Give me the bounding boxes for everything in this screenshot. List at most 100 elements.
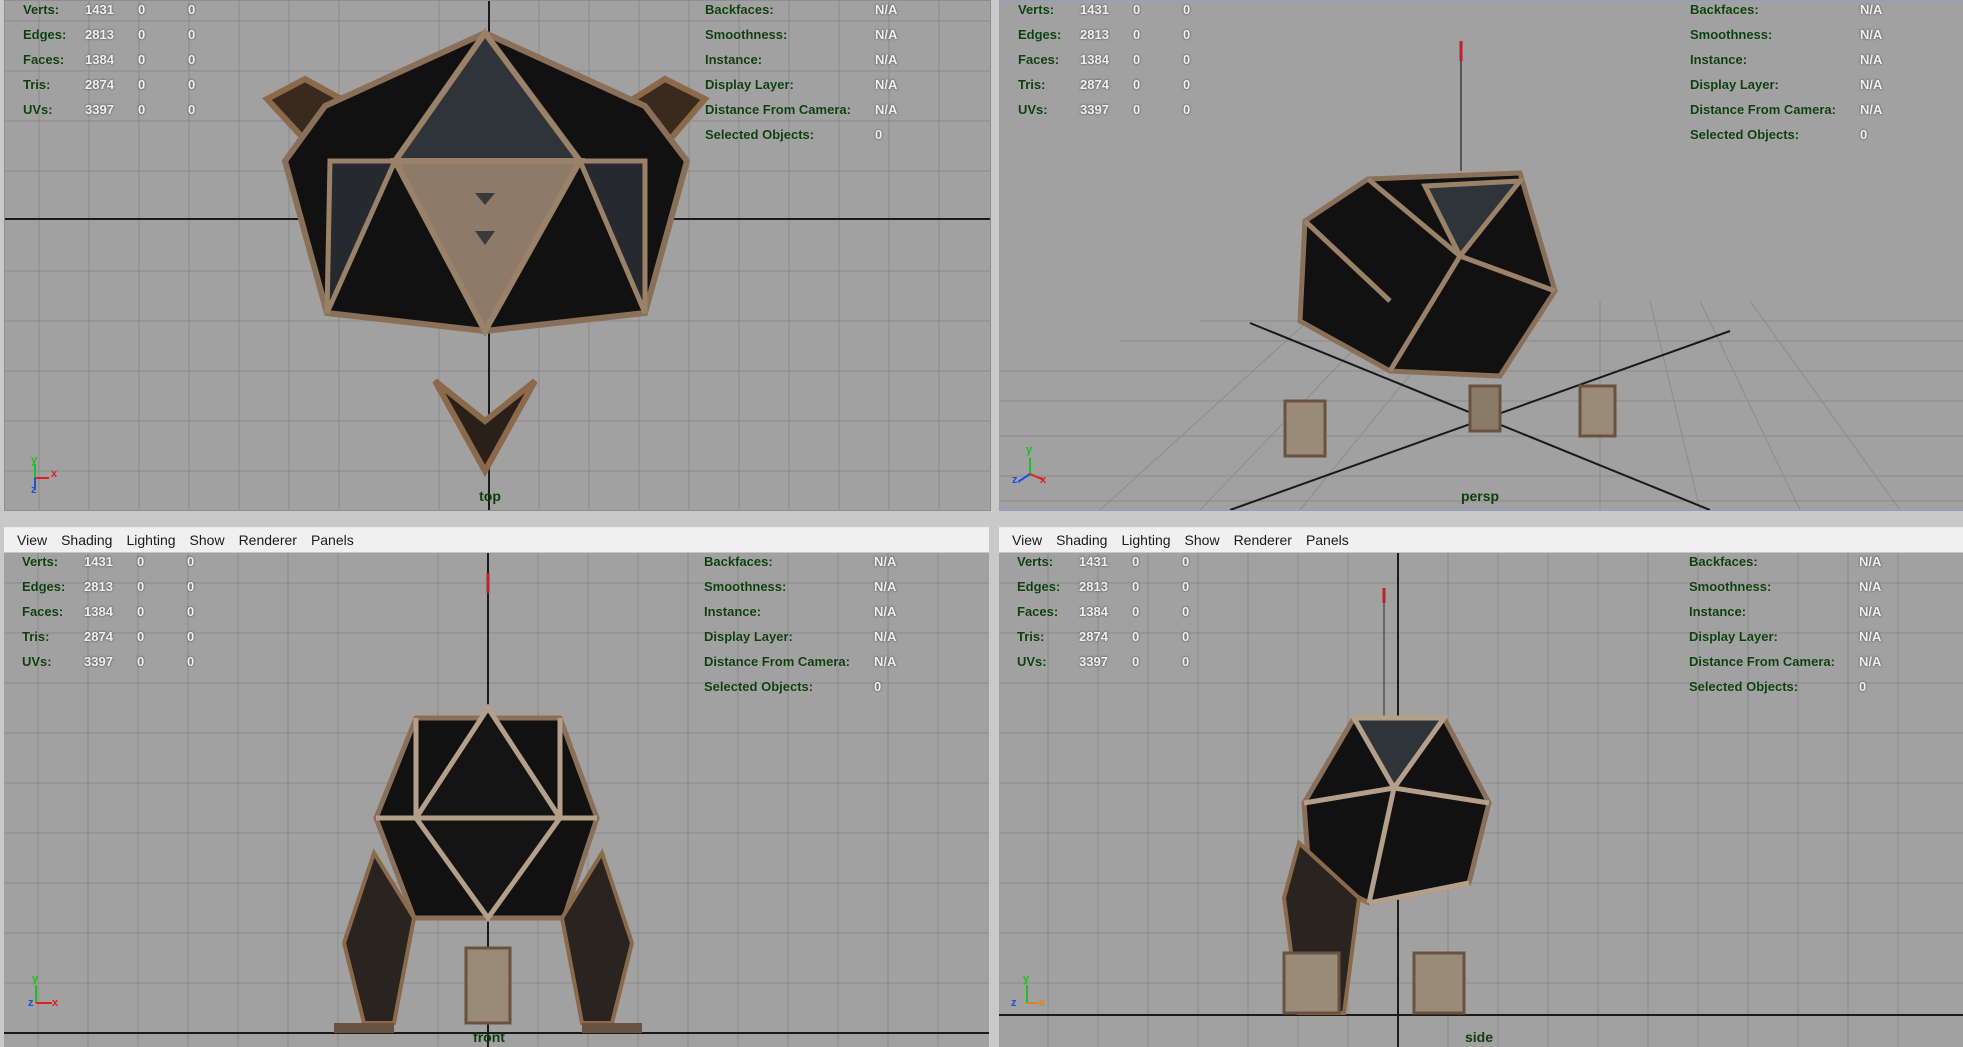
axis-label: z <box>28 997 34 1009</box>
hud-label: Backfaces: <box>1690 2 1759 17</box>
hud-label: Selected Objects: <box>1689 679 1799 694</box>
hud-value: N/A <box>875 102 898 117</box>
hud-label: Distance From Camera: <box>1689 654 1835 669</box>
menu-shading[interactable]: Shading <box>1049 528 1114 552</box>
hud-value: N/A <box>875 27 898 42</box>
hud-value: 1384 <box>85 52 114 67</box>
hud-value: 0 <box>1183 102 1191 117</box>
hud-value: 1431 <box>85 2 114 17</box>
hud-value: 0 <box>1132 579 1140 594</box>
hud-value: 0 <box>1183 52 1191 67</box>
hud-value: 0 <box>188 102 196 117</box>
viewport-top[interactable]: Verts: 1431 0 0 Edges: 2813 0 0 Faces: 1384 0 0 T… <box>5 1 990 510</box>
menu-shading[interactable]: Shading <box>54 528 119 552</box>
axis-indicator-icon: y z x <box>1009 973 1049 1019</box>
hud-value: N/A <box>874 604 897 619</box>
menu-show[interactable]: Show <box>1178 528 1227 552</box>
hud-value: 0 <box>137 604 145 619</box>
hud-value: N/A <box>874 629 897 644</box>
hud-value: 1431 <box>1080 2 1109 17</box>
hud-value: 2813 <box>1080 27 1109 42</box>
hud-value: 3397 <box>85 102 114 117</box>
axis-indicator-icon: y z x <box>1010 444 1050 492</box>
hud-value: N/A <box>1859 629 1882 644</box>
hud-value: 3397 <box>1080 102 1109 117</box>
hud-label: Backfaces: <box>705 2 774 17</box>
hud-label: UVs: <box>23 102 53 117</box>
viewport-persp-canvas <box>1000 41 1963 510</box>
menu-view[interactable]: View <box>1005 528 1049 552</box>
hud-value: 2874 <box>85 77 114 92</box>
hud-value: 2813 <box>1079 579 1108 594</box>
hud-label: Display Layer: <box>1690 77 1779 92</box>
hud-value: 0 <box>1183 2 1191 17</box>
hud-value: 2874 <box>1080 77 1109 92</box>
hud-label: UVs: <box>1018 102 1048 117</box>
viewport-side[interactable]: Verts: 1431 0 0 Edges: 2813 0 0 Faces: 1384 0 0 T… <box>999 553 1963 1047</box>
viewport-pane-side[interactable]: View Shading Lighting Show Renderer Pane… <box>999 527 1963 1047</box>
hud-value: 0 <box>1132 554 1140 569</box>
viewport-pane-front[interactable]: View Shading Lighting Show Renderer Pane… <box>4 527 989 1047</box>
hud-value: 0 <box>137 579 145 594</box>
hud-label: Backfaces: <box>704 554 773 569</box>
model-front-view <box>334 703 642 1033</box>
menu-renderer[interactable]: Renderer <box>232 528 304 552</box>
hud-label: Display Layer: <box>704 629 793 644</box>
viewport-pane-persp[interactable]: Verts: 1431 0 0 Edges: 2813 0 0 Faces: 1384 0 0 T… <box>999 0 1963 511</box>
hud-value: 1431 <box>1079 554 1108 569</box>
hud-value: N/A <box>875 77 898 92</box>
hud-value: N/A <box>1859 554 1882 569</box>
hud-value: N/A <box>1859 654 1882 669</box>
hud-value: 0 <box>1133 102 1141 117</box>
hud-value: 0 <box>1132 629 1140 644</box>
axis-label: z <box>31 484 37 496</box>
panel-menubar: View Shading Lighting Show Renderer Pane… <box>4 528 989 553</box>
hud-value: N/A <box>1860 77 1883 92</box>
hud-value: 0 <box>1182 604 1190 619</box>
axis-label: x <box>51 468 58 480</box>
hud-value: 0 <box>1859 679 1867 694</box>
hud-value: 0 <box>188 77 196 92</box>
menu-show[interactable]: Show <box>183 528 232 552</box>
hud-label: Edges: <box>1018 27 1062 42</box>
hud-value: N/A <box>875 52 898 67</box>
hud-value: 1384 <box>84 604 113 619</box>
hud-value: 0 <box>1182 554 1190 569</box>
hud-value: 0 <box>1183 27 1191 42</box>
hud-value: N/A <box>874 554 897 569</box>
viewport-side-canvas <box>999 553 1963 1047</box>
hud-value: 0 <box>138 2 146 17</box>
hud-value: 0 <box>188 2 196 17</box>
menu-view[interactable]: View <box>10 528 54 552</box>
hud-value: 0 <box>187 554 195 569</box>
menu-panels[interactable]: Panels <box>1299 528 1356 552</box>
axis-label: y <box>32 973 39 985</box>
menu-panels[interactable]: Panels <box>304 528 361 552</box>
hud-value: N/A <box>1860 102 1883 117</box>
hud-value: N/A <box>1859 579 1882 594</box>
hud-label: Smoothness: <box>705 27 788 42</box>
hud-label: Edges: <box>22 579 66 594</box>
menu-lighting[interactable]: Lighting <box>119 528 182 552</box>
menu-renderer[interactable]: Renderer <box>1227 528 1299 552</box>
hud-value: 0 <box>1183 77 1191 92</box>
hud-value: 1431 <box>84 554 113 569</box>
hud-value: 2874 <box>1079 629 1108 644</box>
viewport-persp[interactable]: Verts: 1431 0 0 Edges: 2813 0 0 Faces: 1384 0 0 T… <box>1000 1 1963 510</box>
hud-label: Faces: <box>22 604 64 619</box>
hud-value: 0 <box>1860 127 1868 142</box>
hud-value: 3397 <box>1079 654 1108 669</box>
hud-label: Instance: <box>704 604 762 619</box>
menu-lighting[interactable]: Lighting <box>1114 528 1177 552</box>
viewport-pane-top[interactable]: Verts: 1431 0 0 Edges: 2813 0 0 Faces: 1384 0 0 T… <box>4 0 991 511</box>
hud-value: 0 <box>1182 629 1190 644</box>
hud-value: 0 <box>1133 52 1141 67</box>
camera-name-label: persp <box>1460 488 1500 504</box>
hud-label: Verts: <box>1018 2 1055 17</box>
panel-menubar: View Shading Lighting Show Renderer Pane… <box>999 528 1963 553</box>
hud-value: 0 <box>138 77 146 92</box>
hud-value: N/A <box>1860 2 1883 17</box>
hud-value: N/A <box>874 579 897 594</box>
hud-value: 0 <box>138 52 146 67</box>
viewport-front[interactable]: Verts: 1431 0 0 Edges: 2813 0 0 Faces: 1384 0 0 T… <box>4 553 989 1047</box>
